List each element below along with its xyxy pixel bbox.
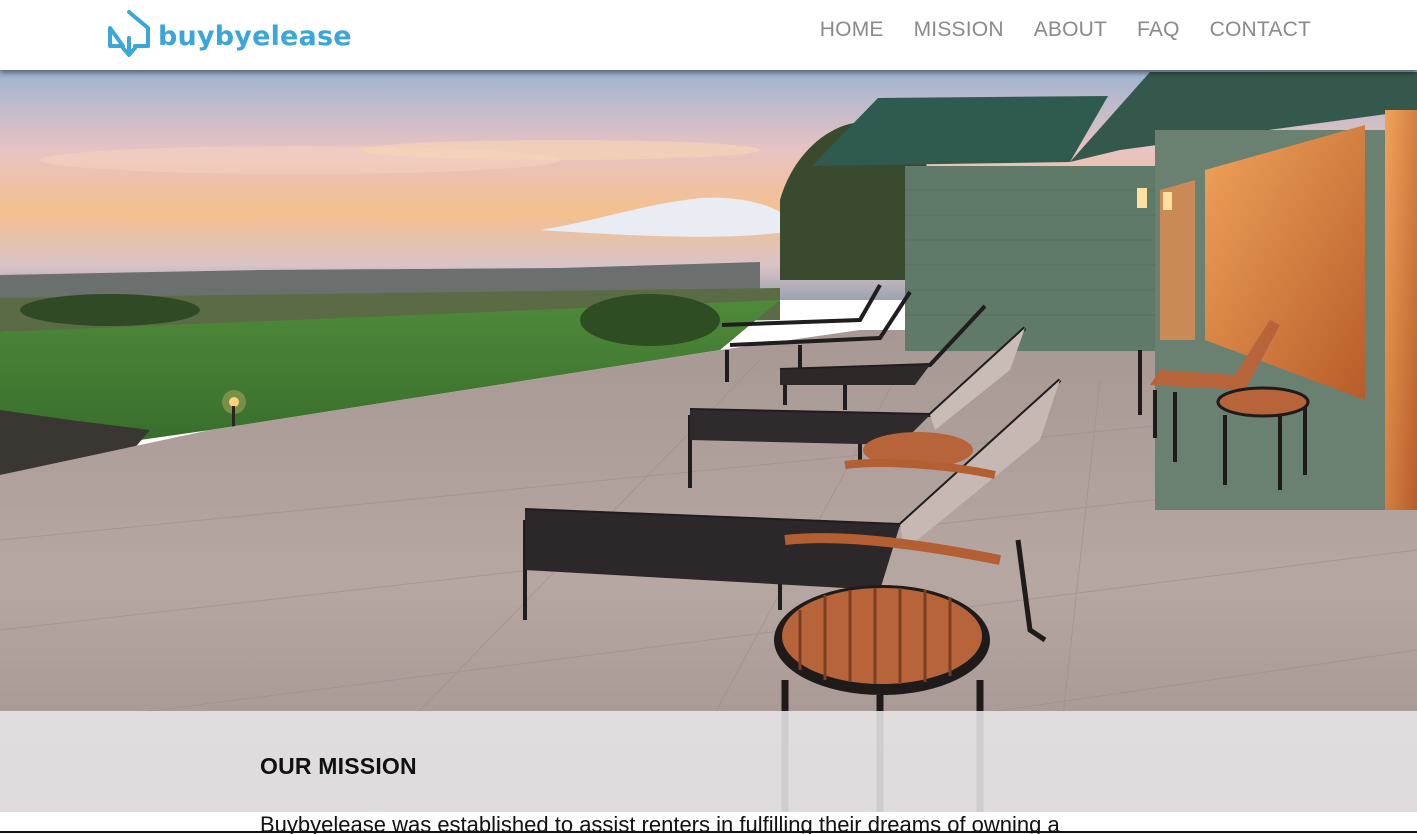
nav-faq[interactable]: FAQ	[1137, 18, 1180, 42]
mission-title: OUR MISSION	[260, 753, 417, 779]
nav-home[interactable]: HOME	[820, 18, 884, 42]
site-header: buybyelease HOME MISSION ABOUT FAQ CONTA…	[0, 0, 1417, 70]
nav-mission[interactable]: MISSION	[914, 18, 1004, 42]
bottom-divider	[0, 831, 1417, 833]
main-nav: HOME MISSION ABOUT FAQ CONTACT	[820, 18, 1311, 42]
logo-text: buybyelease	[158, 20, 352, 52]
mission-panel	[0, 711, 1417, 812]
page: buybyelease HOME MISSION ABOUT FAQ CONTA…	[0, 0, 1417, 834]
nav-about[interactable]: ABOUT	[1034, 18, 1107, 42]
nav-contact[interactable]: CONTACT	[1210, 18, 1311, 42]
house-logo-icon	[108, 10, 150, 57]
logo-link[interactable]: buybyelease	[106, 8, 352, 60]
